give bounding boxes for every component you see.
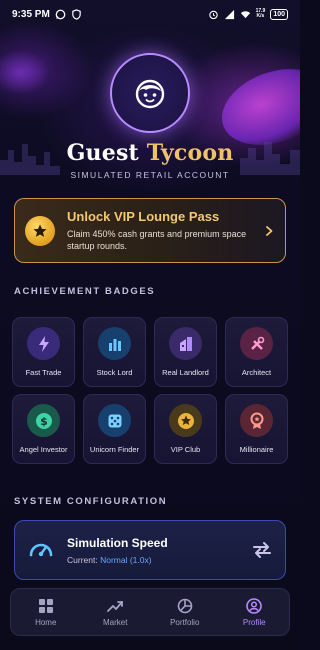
nav-home[interactable]: Home: [11, 589, 81, 635]
star-icon: [169, 404, 202, 437]
simulation-speed-title: Simulation Speed: [67, 535, 168, 550]
shield-icon: [72, 8, 81, 20]
profile-name-second: Tycoon: [146, 140, 234, 166]
simulation-speed-card[interactable]: Simulation Speed Current: Normal (1.0x): [14, 520, 286, 580]
simulation-speed-current: Current: Normal (1.0x): [67, 555, 251, 565]
badge-label: Millionaire: [239, 445, 274, 454]
status-bar: 9:35 PM 17.9 K/s 100: [0, 0, 300, 28]
speedometer-icon: [29, 543, 53, 557]
badge-label: Stock Lord: [96, 368, 133, 377]
trend-icon: [107, 600, 124, 612]
grid-icon: [38, 598, 53, 613]
alarm-icon: [208, 10, 218, 19]
badge-millionaire[interactable]: Millionaire: [225, 394, 288, 464]
badge-label: Architect: [241, 368, 272, 377]
system-heading: SYSTEM CONFIGURATION: [14, 496, 168, 507]
whatsapp-icon: [55, 9, 66, 19]
badge-label: Fast Trade: [25, 368, 62, 377]
decor-blob-left: [0, 50, 50, 95]
nav-market[interactable]: Market: [81, 589, 151, 635]
badge-label: Unicorn Finder: [89, 445, 140, 454]
badge-fast-trade[interactable]: Fast Trade: [12, 317, 75, 387]
badge-label: Real Landlord: [162, 368, 209, 377]
dollar-icon: $: [27, 404, 60, 437]
profile-name-first: Guest: [66, 140, 139, 166]
building-icon: [169, 327, 202, 360]
current-value: Normal (1.0x): [100, 554, 152, 565]
network-speed: 17.9 K/s: [256, 9, 266, 19]
face-avatar-icon: [135, 79, 165, 109]
wifi-icon: [240, 10, 250, 18]
vip-title: Unlock VIP Lounge Pass: [67, 209, 220, 224]
profile-subtitle: SIMULATED RETAIL ACCOUNT: [70, 170, 230, 180]
badge-label: Angel Investor: [19, 445, 68, 454]
nav-label: Portfolio: [170, 617, 200, 627]
achievements-heading: ACHIEVEMENT BADGES: [14, 286, 156, 297]
nav-profile[interactable]: Profile: [220, 589, 290, 635]
swap-arrows-icon[interactable]: [251, 539, 273, 561]
pie-icon: [177, 598, 193, 613]
lightning-icon: [27, 327, 60, 360]
vip-lounge-card[interactable]: Unlock VIP Lounge Pass Claim 450% cash g…: [14, 198, 286, 263]
badge-angel-investor[interactable]: $ Angel Investor: [12, 394, 75, 464]
vip-description: Claim 450% cash grants and premium space…: [67, 229, 247, 251]
badge-unicorn-finder[interactable]: Unicorn Finder: [83, 394, 146, 464]
chevron-right-icon[interactable]: [263, 225, 275, 237]
nav-label: Home: [35, 617, 57, 627]
dice-icon: [98, 404, 131, 437]
avatar[interactable]: [110, 53, 190, 133]
badge-architect[interactable]: Architect: [225, 317, 288, 387]
nav-label: Profile: [242, 617, 266, 627]
star-badge-icon: [25, 215, 55, 246]
achievement-grid: Fast Trade Stock Lord Real Landlord Arch…: [12, 317, 288, 464]
badge-label: VIP Club: [170, 445, 201, 454]
bottom-nav: Home Market Portfolio Profile: [10, 588, 290, 636]
profile-name: Guest Tycoon: [0, 140, 300, 166]
signal-icon: [224, 9, 234, 19]
medal-icon: [240, 404, 273, 437]
current-label: Current:: [67, 554, 98, 565]
badge-vip-club[interactable]: VIP Club: [154, 394, 217, 464]
user-circle-icon: [246, 597, 263, 614]
badge-real-landlord[interactable]: Real Landlord: [154, 317, 217, 387]
status-time: 9:35 PM: [12, 8, 50, 20]
network-speed-unit: K/s: [256, 13, 265, 19]
svg-text:$: $: [40, 415, 48, 428]
nav-portfolio[interactable]: Portfolio: [150, 589, 220, 635]
nav-label: Market: [103, 617, 128, 627]
battery-indicator: 100: [270, 8, 288, 20]
badge-stock-lord[interactable]: Stock Lord: [83, 317, 146, 387]
bar-chart-icon: [98, 327, 131, 360]
profile-screen: 9:35 PM 17.9 K/s 100 Guest Tycoon SIMULA…: [0, 0, 300, 650]
tools-icon: [240, 327, 273, 360]
